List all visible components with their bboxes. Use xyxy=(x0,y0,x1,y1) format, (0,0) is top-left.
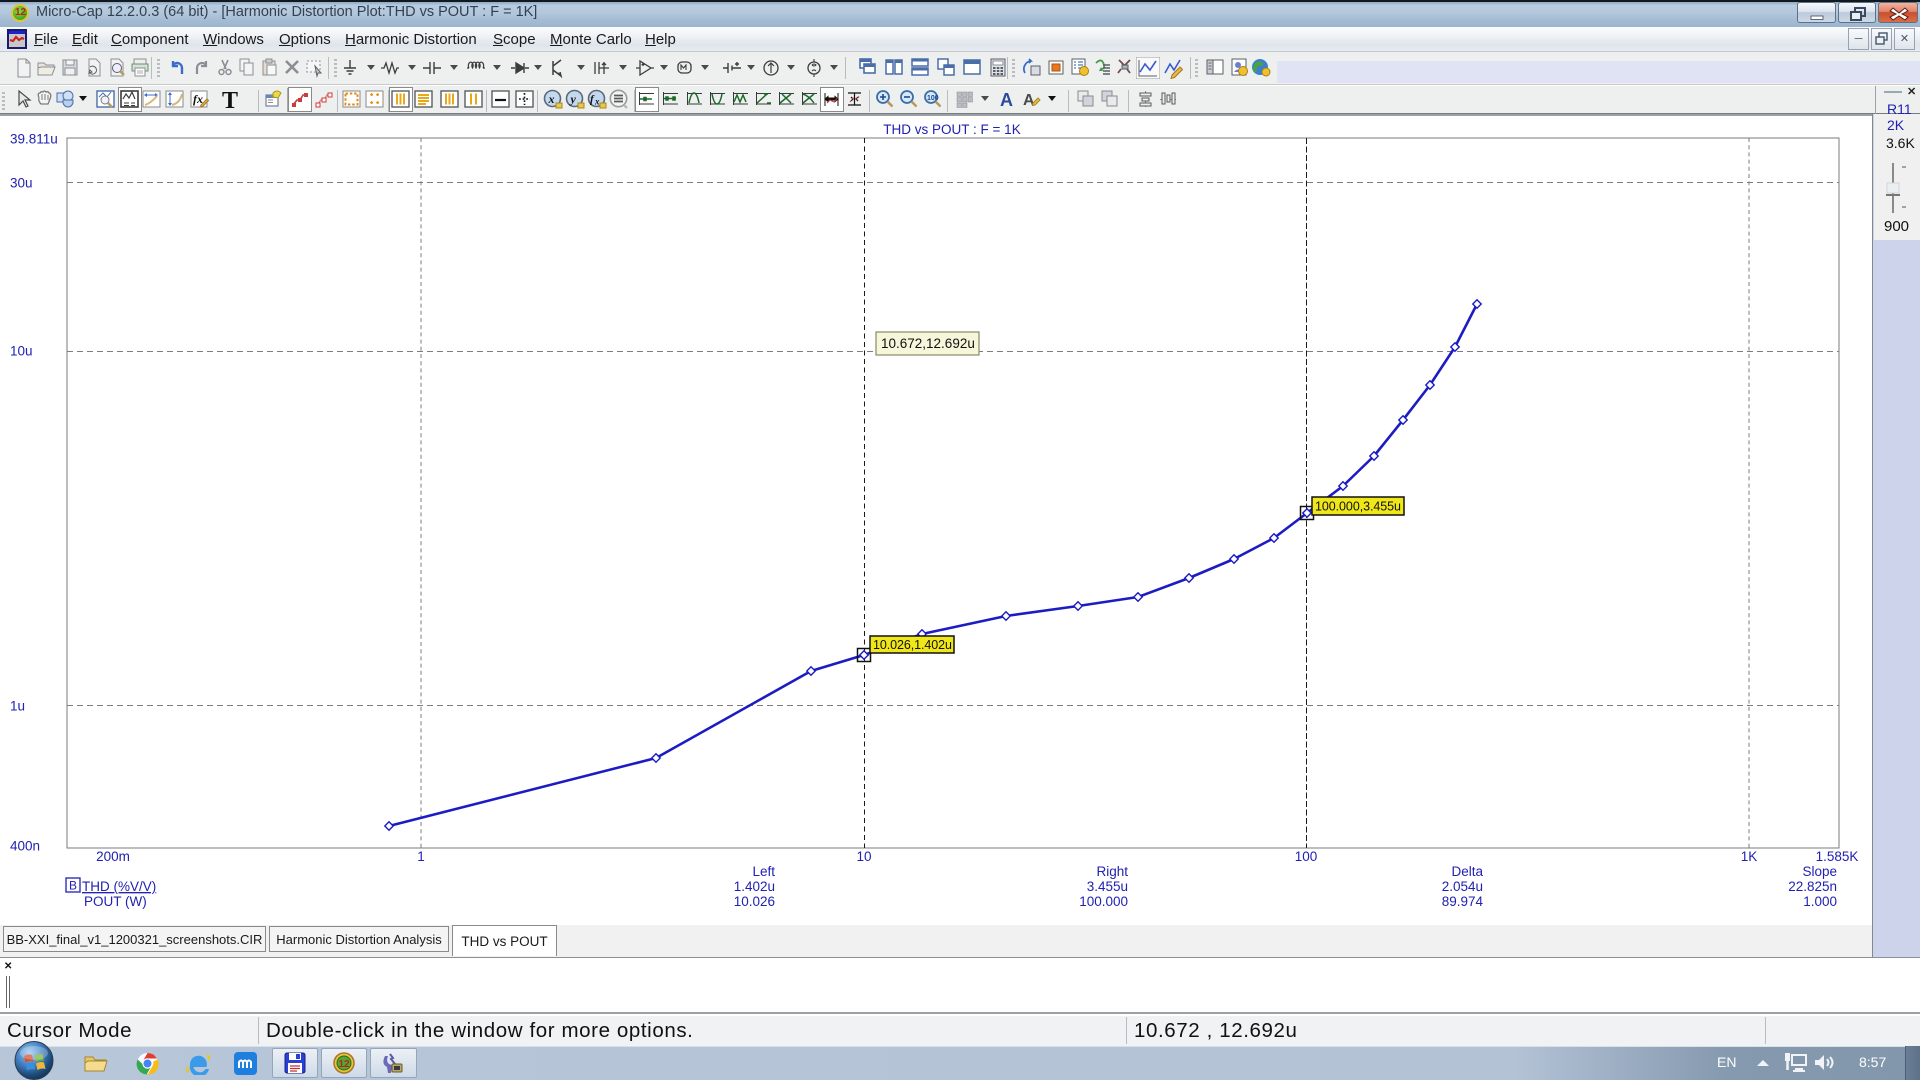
svg-text:Slope: Slope xyxy=(1802,864,1837,879)
svg-text:A: A xyxy=(1023,92,1035,109)
svg-text:30u: 30u xyxy=(10,176,33,191)
svg-text:100: 100 xyxy=(1295,849,1318,864)
svg-text:1.585K: 1.585K xyxy=(1816,849,1859,864)
svg-text:THD vs POUT : F = 1K: THD vs POUT : F = 1K xyxy=(883,122,1020,137)
svg-text:x: x xyxy=(548,92,555,106)
svg-text:B: B xyxy=(69,879,77,893)
svg-text:200m: 200m xyxy=(96,849,130,864)
svg-text:POUT (W): POUT (W) xyxy=(84,894,147,909)
svg-text:THD (%V/V): THD (%V/V) xyxy=(82,879,156,894)
svg-text:22.825n: 22.825n xyxy=(1788,879,1837,894)
svg-text:Right: Right xyxy=(1096,864,1128,879)
svg-text:1.000: 1.000 xyxy=(1803,894,1837,909)
svg-text:100.000: 100.000 xyxy=(1079,894,1128,909)
svg-text:Left: Left xyxy=(752,864,775,879)
svg-text:100: 100 xyxy=(927,95,939,102)
svg-text:A: A xyxy=(1000,90,1013,110)
svg-text:1K: 1K xyxy=(1741,849,1758,864)
svg-text:1: 1 xyxy=(417,849,425,864)
svg-text:3.455u: 3.455u xyxy=(1087,879,1128,894)
svg-text:10.026,1.402u: 10.026,1.402u xyxy=(873,638,952,652)
svg-text:2.054u: 2.054u xyxy=(1442,879,1483,894)
svg-text:1u: 1u xyxy=(10,699,25,714)
svg-text:39.811u: 39.811u xyxy=(10,132,58,147)
svg-text:10u: 10u xyxy=(10,344,33,359)
svg-text:10.672,12.692u: 10.672,12.692u xyxy=(881,336,975,351)
svg-text:y: y xyxy=(569,92,577,106)
svg-text:10.026: 10.026 xyxy=(734,894,775,909)
svg-text:10: 10 xyxy=(856,849,871,864)
svg-text:x: x xyxy=(594,97,600,107)
svg-text:400n: 400n xyxy=(10,839,40,854)
svg-text:Delta: Delta xyxy=(1451,864,1483,879)
svg-text:100.000,3.455u: 100.000,3.455u xyxy=(1315,500,1401,514)
svg-text:12: 12 xyxy=(339,1059,351,1070)
svg-text:1.402u: 1.402u xyxy=(734,879,775,894)
svg-text:T: T xyxy=(222,89,238,111)
svg-text:89.974: 89.974 xyxy=(1442,894,1484,909)
